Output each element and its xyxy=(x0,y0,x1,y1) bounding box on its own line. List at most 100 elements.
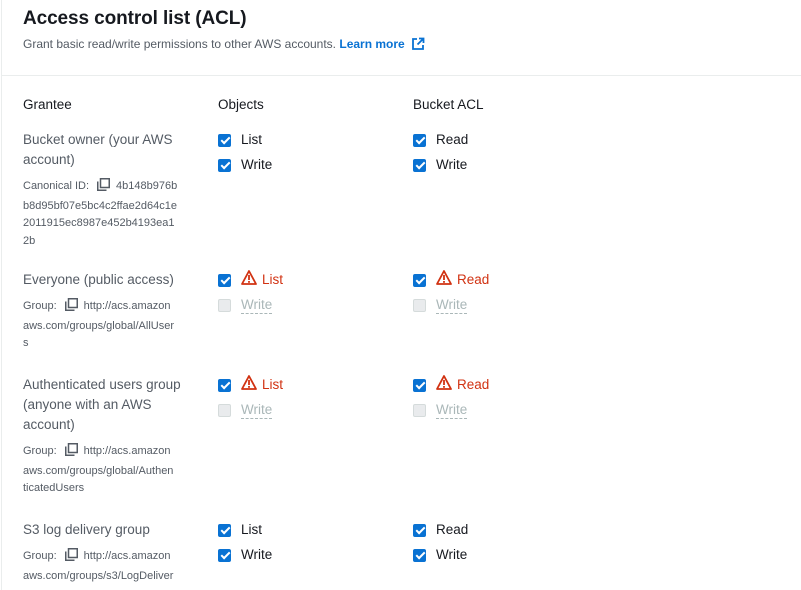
grantee-name-line: S3 log delivery group xyxy=(23,522,150,537)
grantee-id-first-line: Group: http://acs.amazon xyxy=(23,443,203,463)
grantee-name: S3 log delivery group xyxy=(23,520,203,540)
objects-write-permission: Write xyxy=(218,295,273,315)
objects-write-permission: Write xyxy=(218,545,272,565)
objects-write-permission: Write xyxy=(218,155,272,175)
bucket-acl-write-label: Write xyxy=(436,547,468,562)
objects-list-permission: List xyxy=(218,130,262,150)
objects-write-permission: Write xyxy=(218,400,273,420)
grantee-id: Canonical ID: 4b148b976b b8d95bf07e5bc4c2f… xyxy=(23,178,203,250)
learn-more-link[interactable]: Learn more xyxy=(339,37,425,54)
grantee-id-label: Group: xyxy=(23,550,57,562)
grantee-id-value: aws.com/groups/s3/LogDeliver xyxy=(23,569,174,582)
warning-icon xyxy=(241,374,257,396)
bucket-acl-read-label: Read xyxy=(436,522,469,537)
grantee-name-line: Bucket owner (your AWS xyxy=(23,132,173,147)
grantee-id-value: ticatedUsers xyxy=(23,482,85,494)
grantee-id-value: aws.com/groups/global/Authen xyxy=(23,464,174,477)
grantee-id-value: b8d95bf07e5bc4c2ffae2d64c1e xyxy=(23,199,177,212)
objects-write-label: Write xyxy=(241,296,273,314)
column-header-bucket-acl: Bucket ACL xyxy=(413,97,484,112)
learn-more-label: Learn more xyxy=(339,37,405,51)
grantee-id: Group: http://acs.amazon aws.com/groups/s3… xyxy=(23,548,203,585)
grantee-id-value: 2011915ec8987e452b4193ea1 xyxy=(23,217,175,229)
objects-list-label: List xyxy=(262,377,284,392)
warning-icon xyxy=(436,269,452,291)
bucket-acl-write-label: Write xyxy=(436,157,468,172)
grantee-id-value: http://acs.amazon xyxy=(83,550,171,562)
copy-icon[interactable] xyxy=(64,548,78,568)
objects-list-checkbox[interactable] xyxy=(218,273,231,287)
grantee-id-value: 4b148b976b xyxy=(116,180,178,192)
bucket-acl-read-checkbox[interactable] xyxy=(413,273,426,287)
bucket-acl-write-label: Write xyxy=(436,401,468,419)
grantee-id-label: Group: xyxy=(23,300,57,312)
grantee-name-line: account) xyxy=(23,152,75,167)
bucket-acl-read-label: Read xyxy=(436,132,469,147)
grantee-id: Group: http://acs.amazon aws.com/groups/gl… xyxy=(23,298,203,353)
external-link-icon xyxy=(411,37,425,54)
grantee-id-first-line: Canonical ID: 4b148b976b xyxy=(23,178,203,198)
grantee-id-first-line: Group: http://acs.amazon xyxy=(23,298,203,318)
bucket-acl-read-label: Read xyxy=(457,377,490,392)
grantee-name: Bucket owner (your AWS account) xyxy=(23,130,203,170)
grantee-id-first-line: Group: http://acs.amazon xyxy=(23,548,203,568)
bucket-acl-read-checkbox[interactable] xyxy=(413,378,426,392)
bucket-acl-read-checkbox[interactable] xyxy=(413,523,426,537)
bucket-acl-write-checkbox[interactable] xyxy=(413,548,426,562)
objects-write-checkbox[interactable] xyxy=(218,548,231,562)
bucket-acl-write-checkbox[interactable] xyxy=(413,158,426,172)
objects-list-permission: List xyxy=(218,269,284,291)
warning-icon xyxy=(241,269,257,291)
copy-icon[interactable] xyxy=(97,178,111,198)
objects-list-permission: List xyxy=(218,520,262,540)
grantee-id: Group: http://acs.amazon aws.com/groups/gl… xyxy=(23,443,203,498)
acl-header: Access control list (ACL) Grant basic re… xyxy=(2,0,801,76)
objects-list-label: List xyxy=(241,522,263,537)
objects-write-label: Write xyxy=(241,157,273,172)
bucket-acl-write-permission: Write xyxy=(413,155,467,175)
grantee-id-value: http://acs.amazon xyxy=(83,445,171,457)
objects-write-checkbox[interactable] xyxy=(218,158,231,172)
bucket-acl-write-permission: Write xyxy=(413,295,468,315)
objects-list-checkbox[interactable] xyxy=(218,523,231,537)
grantee-name-line: Authenticated users group xyxy=(23,377,181,392)
warning-icon xyxy=(436,374,452,396)
bucket-acl-write-permission: Write xyxy=(413,400,468,420)
grantee-name-line: (anyone with an AWS xyxy=(23,397,152,412)
objects-write-checkbox xyxy=(218,403,231,417)
bucket-acl-write-checkbox xyxy=(413,403,426,417)
page-title: Access control list (ACL) xyxy=(23,8,247,29)
grantee-id-label: Group: xyxy=(23,445,57,457)
grantee-id-value: aws.com/groups/global/AllUser xyxy=(23,319,175,332)
bucket-acl-write-permission: Write xyxy=(413,545,467,565)
objects-list-label: List xyxy=(262,272,284,287)
grantee-name: Everyone (public access) xyxy=(23,270,203,290)
objects-write-label: Write xyxy=(241,401,273,419)
objects-list-checkbox[interactable] xyxy=(218,133,231,147)
bucket-acl-write-label: Write xyxy=(436,296,468,314)
grantee-id-value: 2b xyxy=(23,234,36,247)
grantee-name: Authenticated users group (anyone with an… xyxy=(23,375,203,435)
grantee-id-value: s xyxy=(23,337,29,349)
column-header-objects: Objects xyxy=(218,97,264,112)
grantee-name-line: Everyone (public access) xyxy=(23,272,174,287)
bucket-acl-read-permission: Read xyxy=(413,269,490,291)
bucket-acl-read-permission: Read xyxy=(413,130,468,150)
description-text: Grant basic read/write permissions to ot… xyxy=(23,37,337,51)
bucket-acl-read-permission: Read xyxy=(413,374,490,396)
objects-write-checkbox xyxy=(218,298,231,312)
grantee-name-line: account) xyxy=(23,417,75,432)
column-header-grantee: Grantee xyxy=(23,97,72,112)
objects-list-label: List xyxy=(241,132,263,147)
page-description: Grant basic read/write permissions to ot… xyxy=(23,37,425,54)
objects-list-permission: List xyxy=(218,374,284,396)
copy-icon[interactable] xyxy=(64,298,78,318)
objects-write-label: Write xyxy=(241,547,273,562)
bucket-acl-read-permission: Read xyxy=(413,520,468,540)
objects-list-checkbox[interactable] xyxy=(218,378,231,392)
bucket-acl-read-label: Read xyxy=(457,272,490,287)
grantee-id-value: http://acs.amazon xyxy=(83,300,171,312)
bucket-acl-write-checkbox xyxy=(413,298,426,312)
copy-icon[interactable] xyxy=(64,443,78,463)
bucket-acl-read-checkbox[interactable] xyxy=(413,133,426,147)
